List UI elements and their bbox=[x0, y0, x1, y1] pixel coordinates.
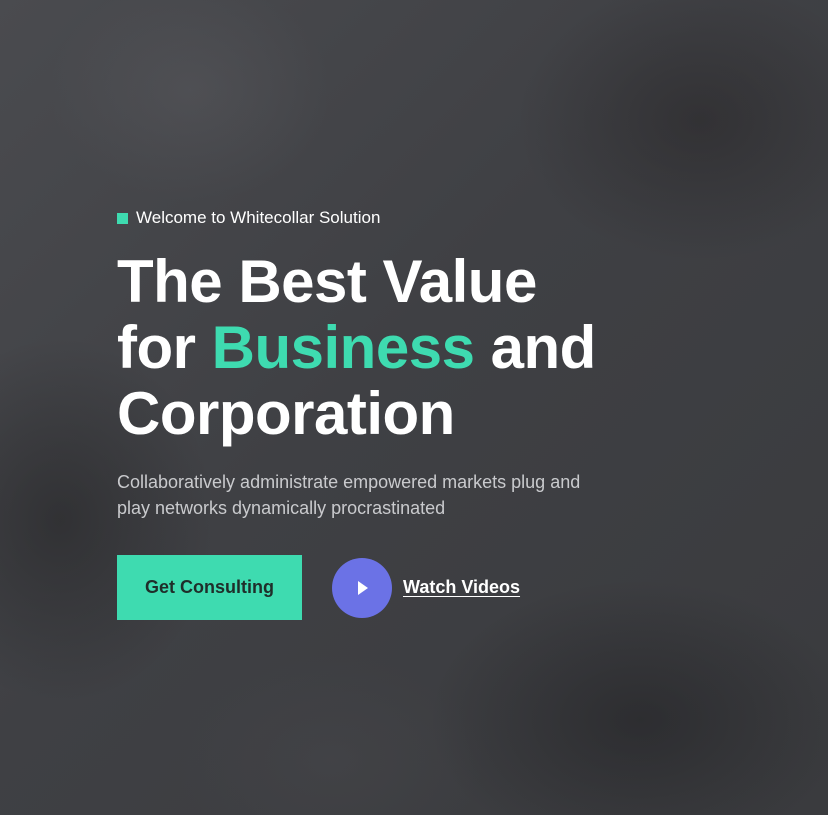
play-icon bbox=[358, 580, 368, 595]
hero-section: Welcome to Whitecollar Solution The Best… bbox=[0, 0, 828, 815]
headline-accent: Business bbox=[211, 314, 475, 381]
get-consulting-button[interactable]: Get Consulting bbox=[117, 555, 302, 620]
square-icon bbox=[117, 212, 128, 224]
eyebrow-text: Welcome to Whitecollar Solution bbox=[136, 208, 381, 227]
eyebrow: Welcome to Whitecollar Solution bbox=[117, 207, 737, 229]
play-button[interactable] bbox=[332, 557, 392, 618]
headline-line-1: The Best Value bbox=[117, 248, 537, 315]
hero-actions: Get Consulting Watch Videos bbox=[117, 555, 737, 620]
watch-videos-link[interactable]: Watch Videos bbox=[332, 557, 520, 618]
watch-videos-label[interactable]: Watch Videos bbox=[403, 577, 520, 598]
headline-line-3: Corporation bbox=[117, 380, 455, 447]
hero-headline: The Best Value for Business and Corporat… bbox=[117, 249, 737, 447]
headline-line-2-prefix: for bbox=[117, 314, 196, 381]
hero-content: Welcome to Whitecollar Solution The Best… bbox=[117, 207, 737, 620]
hero-subtitle: Collaboratively administrate empowered m… bbox=[117, 472, 581, 518]
headline-line-2-suffix: and bbox=[490, 314, 597, 381]
